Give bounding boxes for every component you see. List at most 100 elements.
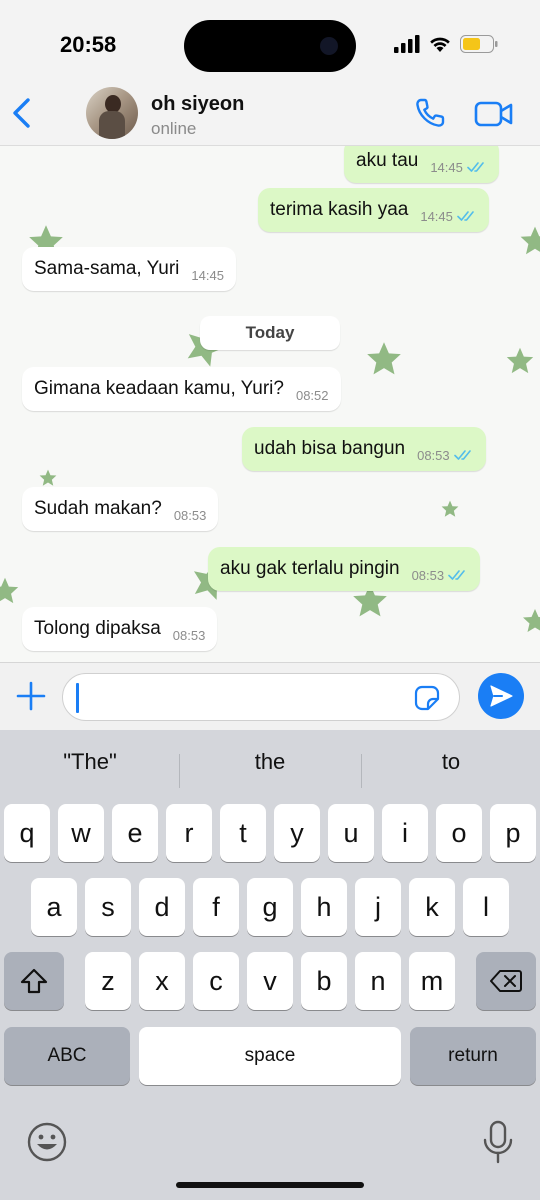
message-bubble-incoming[interactable]: Sudah makan? 08:53 [22, 487, 219, 531]
contact-status: online [151, 119, 197, 138]
key-t[interactable]: t [220, 804, 266, 862]
suggestion-item[interactable]: "The" [0, 740, 180, 784]
send-icon [490, 685, 513, 707]
message-bubble-incoming[interactable]: Sama-sama, Yuri 14:45 [22, 247, 236, 291]
key-s[interactable]: s [85, 878, 131, 936]
contact-avatar[interactable] [86, 87, 138, 139]
key-q[interactable]: q [4, 804, 50, 862]
message-text: Sudah makan? [34, 498, 162, 519]
key-w[interactable]: w [58, 804, 104, 862]
status-time: 20:58 [60, 32, 117, 57]
message-meta: 08:53 [173, 628, 206, 643]
text-cursor [76, 683, 79, 713]
keyboard: "The" the to q w e r t y u i o p a s d f… [0, 730, 540, 1200]
microphone-icon [483, 1120, 513, 1164]
message-text: Sama-sama, Yuri [34, 258, 180, 279]
dictation-button[interactable] [482, 1120, 514, 1164]
home-indicator[interactable] [176, 1182, 364, 1188]
space-key[interactable]: space [139, 1027, 401, 1085]
return-key[interactable]: return [410, 1027, 536, 1085]
message-meta: 08:52 [296, 388, 329, 403]
message-meta: 08:53 [174, 508, 207, 523]
backspace-icon [490, 970, 522, 992]
message-bubble-outgoing[interactable]: aku tau 14:45 [344, 146, 499, 183]
message-text: terima kasih yaa [270, 199, 409, 220]
backspace-key[interactable] [476, 952, 536, 1010]
message-meta: 14:45 [420, 209, 477, 224]
key-r[interactable]: r [166, 804, 212, 862]
message-bubble-outgoing[interactable]: terima kasih yaa 14:45 [258, 188, 489, 232]
plus-icon [16, 681, 46, 711]
double-check-icon [467, 162, 484, 172]
key-z[interactable]: z [85, 952, 131, 1010]
key-p[interactable]: p [490, 804, 536, 862]
message-text: aku gak terlalu pingin [220, 558, 400, 579]
message-text: aku tau [356, 150, 419, 171]
message-meta: 08:53 [417, 448, 474, 463]
message-bubble-outgoing[interactable]: aku gak terlalu pingin 08:53 [208, 547, 481, 591]
message-time: 08:53 [173, 507, 207, 523]
key-o[interactable]: o [436, 804, 482, 862]
message-time: 14:45 [420, 208, 453, 224]
key-k[interactable]: k [409, 878, 455, 936]
key-c[interactable]: c [193, 952, 239, 1010]
double-check-icon [448, 570, 465, 580]
key-e[interactable]: e [112, 804, 158, 862]
abc-key[interactable]: ABC [4, 1027, 130, 1085]
chat-header: oh siyeon online [0, 80, 540, 146]
contact-name[interactable]: oh siyeon [151, 93, 244, 116]
shift-icon [20, 968, 48, 994]
send-button[interactable] [478, 673, 524, 719]
key-h[interactable]: h [301, 878, 347, 936]
attach-button[interactable] [16, 681, 46, 711]
key-a[interactable]: a [31, 878, 77, 936]
key-v[interactable]: v [247, 952, 293, 1010]
dynamic-island [184, 20, 356, 72]
key-n[interactable]: n [355, 952, 401, 1010]
video-call-button[interactable] [474, 100, 514, 128]
message-bubble-incoming[interactable]: Gimana keadaan kamu, Yuri? 08:52 [22, 367, 341, 411]
message-time: 08:53 [411, 567, 445, 583]
key-d[interactable]: d [139, 878, 185, 936]
key-x[interactable]: x [139, 952, 185, 1010]
message-bubble-outgoing[interactable]: udah bisa bangun 08:53 [242, 427, 486, 471]
emoji-button[interactable] [26, 1121, 68, 1163]
chat-messages[interactable]: aku tau 14:45 terima kasih yaa 14:45 Sam… [0, 146, 540, 662]
date-separator: Today [200, 316, 340, 350]
key-b[interactable]: b [301, 952, 347, 1010]
signal-icon [394, 35, 420, 53]
message-meta: 14:45 [430, 160, 487, 175]
phone-icon [416, 98, 445, 127]
message-meta: 14:45 [191, 268, 224, 283]
back-chevron-icon [13, 98, 30, 128]
message-time: 14:45 [191, 267, 224, 283]
wifi-icon [430, 37, 450, 52]
message-bubble-incoming[interactable]: Tolong dipaksa 08:53 [22, 607, 218, 651]
emoji-icon [27, 1122, 67, 1162]
double-check-icon [453, 450, 471, 460]
battery-icon [460, 35, 498, 53]
keyboard-suggestions: "The" the to [0, 740, 540, 788]
video-camera-icon [474, 101, 513, 127]
message-time: 14:45 [430, 159, 463, 175]
suggestion-item[interactable]: the [180, 740, 360, 784]
message-text: udah bisa bangun [254, 438, 406, 459]
sticker-button[interactable] [414, 685, 440, 711]
message-time: 08:52 [295, 387, 329, 403]
message-input[interactable] [62, 673, 460, 721]
suggestion-item[interactable]: to [362, 740, 540, 784]
sticker-icon [414, 685, 440, 711]
key-m[interactable]: m [409, 952, 455, 1010]
message-time: 08:53 [417, 447, 450, 463]
key-j[interactable]: j [355, 878, 401, 936]
key-i[interactable]: i [382, 804, 428, 862]
key-l[interactable]: l [463, 878, 509, 936]
key-u[interactable]: u [328, 804, 374, 862]
voice-call-button[interactable] [414, 97, 446, 129]
key-y[interactable]: y [274, 804, 320, 862]
shift-key[interactable] [4, 952, 64, 1010]
back-button[interactable] [8, 94, 38, 132]
message-composer [0, 662, 540, 730]
key-f[interactable]: f [193, 878, 239, 936]
key-g[interactable]: g [247, 878, 293, 936]
